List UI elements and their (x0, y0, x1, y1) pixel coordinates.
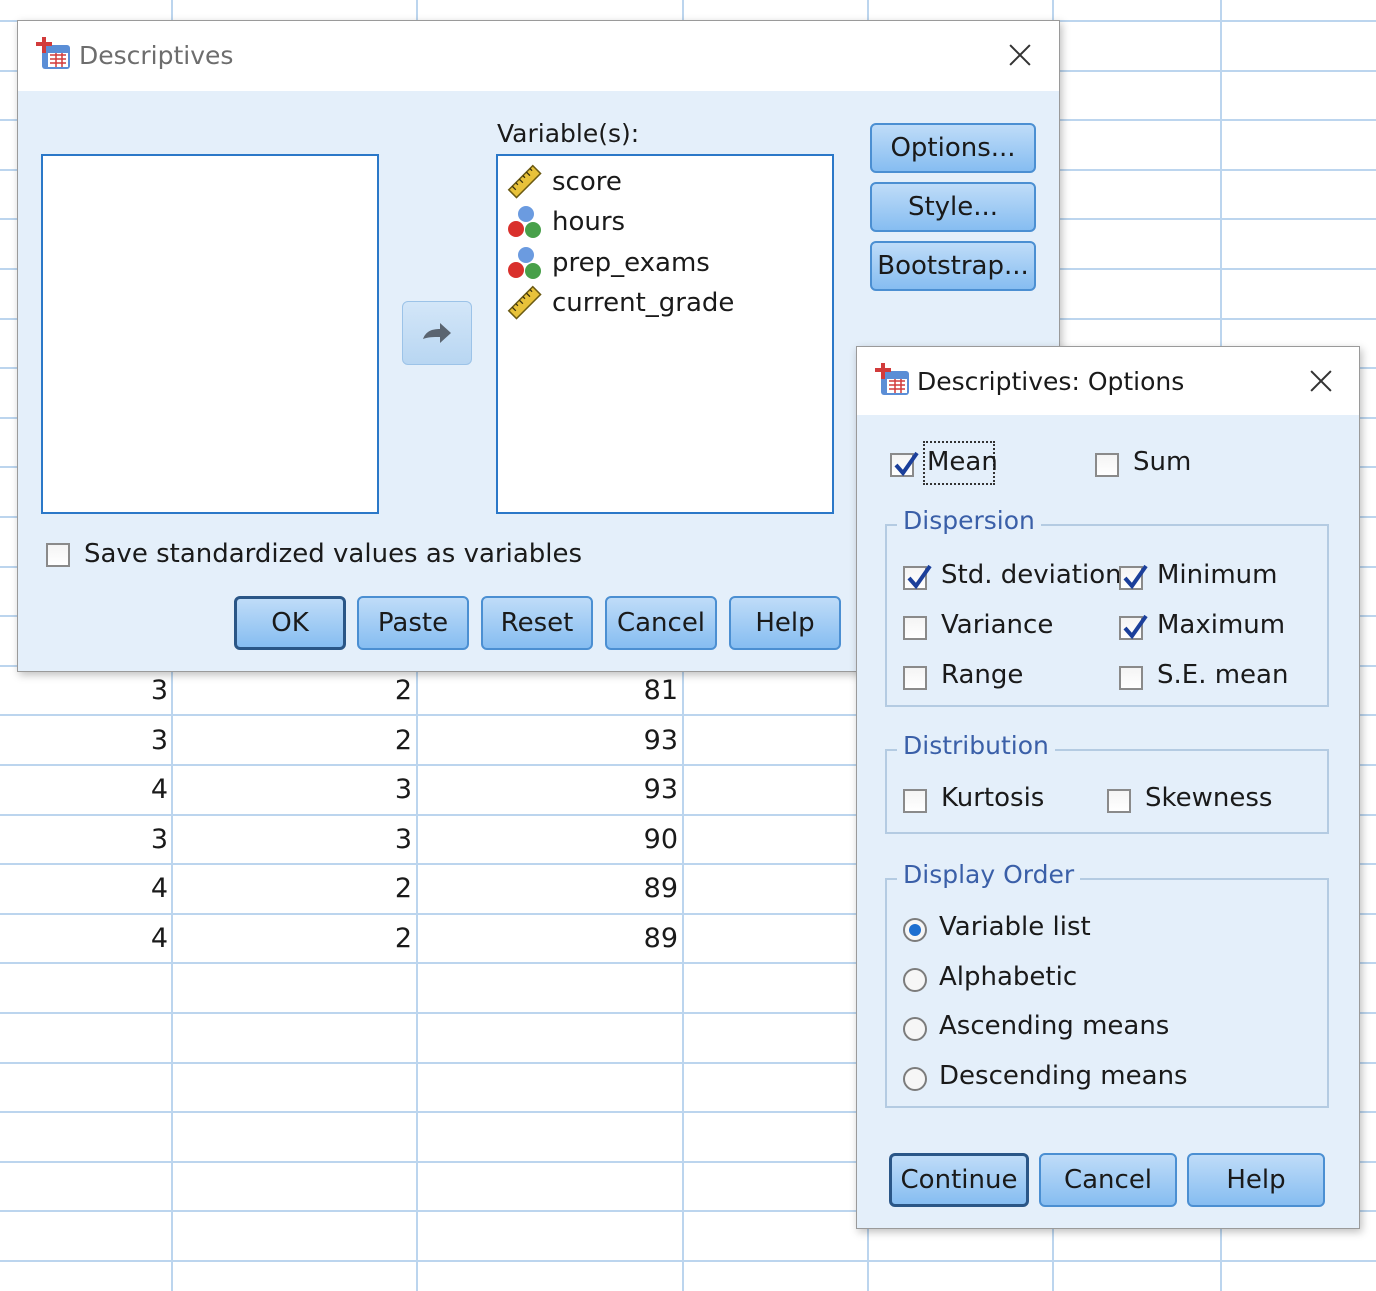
source-variable-list[interactable] (41, 154, 379, 514)
checkmark-icon (1123, 614, 1148, 640)
close-icon[interactable] (1301, 361, 1341, 401)
spss-app-icon (875, 363, 909, 395)
cancel-button[interactable]: Cancel (605, 596, 717, 650)
cell-value[interactable]: 2 (300, 716, 412, 766)
distribution-title: Distribution (897, 731, 1055, 760)
radio-variable-list-label[interactable]: Variable list (939, 912, 1091, 942)
cell-value[interactable]: 3 (60, 666, 168, 716)
display-order-title: Display Order (897, 860, 1081, 889)
checkmark-icon (894, 451, 919, 477)
save-standardized-label[interactable]: Save standardized values as variables (84, 539, 582, 569)
radio-ascending-means-label[interactable]: Ascending means (939, 1011, 1169, 1041)
cell-value[interactable]: 2 (300, 914, 412, 964)
variable-name: score (552, 167, 622, 197)
radio-descending-means-label[interactable]: Descending means (939, 1061, 1188, 1091)
dialog-title: Descriptives (79, 41, 234, 70)
bootstrap-button[interactable]: Bootstrap... (870, 241, 1036, 291)
cell-value[interactable]: 4 (60, 864, 168, 914)
radio-variable-list[interactable] (903, 918, 927, 942)
cell-value[interactable]: 89 (560, 864, 678, 914)
minimum-label[interactable]: Minimum (1157, 560, 1278, 590)
variable-item-prep-exams[interactable]: prep_exams (506, 243, 710, 283)
options-help-button[interactable]: Help (1187, 1153, 1325, 1207)
variance-checkbox[interactable] (903, 616, 927, 640)
checkmark-icon (907, 564, 932, 590)
display-order-group: Display Order Variable list Alphabetic A… (885, 860, 1329, 1108)
maximum-label[interactable]: Maximum (1157, 610, 1285, 640)
cell-value[interactable]: 93 (560, 765, 678, 815)
cell-value[interactable]: 93 (560, 716, 678, 766)
checkmark-icon (1123, 564, 1148, 590)
arrow-right-icon (423, 323, 451, 343)
cell-value[interactable]: 3 (60, 815, 168, 865)
descriptives-options-dialog: Descriptives: Options Mean Sum Dispersio… (856, 346, 1360, 1229)
paste-button[interactable]: Paste (357, 596, 469, 650)
distribution-group: Distribution Kurtosis Skewness (885, 731, 1329, 834)
style-button[interactable]: Style... (870, 182, 1036, 232)
variable-item-score[interactable]: score (506, 162, 622, 202)
spss-app-icon (36, 37, 70, 69)
mean-checkbox[interactable] (890, 451, 919, 477)
cell-value[interactable]: 4 (60, 914, 168, 964)
range-checkbox[interactable] (903, 666, 927, 690)
options-titlebar: Descriptives: Options (857, 347, 1359, 415)
cell-value[interactable]: 3 (300, 765, 412, 815)
cell-value[interactable]: 2 (300, 666, 412, 716)
variable-item-current-grade[interactable]: current_grade (506, 283, 734, 323)
dialog-title: Descriptives: Options (917, 367, 1185, 396)
scale-ruler-icon (507, 285, 542, 320)
help-button[interactable]: Help (729, 596, 841, 650)
scale-ruler-icon (507, 164, 542, 199)
reset-button[interactable]: Reset (481, 596, 593, 650)
cell-value[interactable]: 4 (60, 765, 168, 815)
se-mean-checkbox[interactable] (1119, 666, 1143, 690)
range-label[interactable]: Range (941, 660, 1023, 690)
radio-ascending-means[interactable] (903, 1017, 927, 1041)
cell-value[interactable]: 3 (300, 815, 412, 865)
sum-checkbox[interactable] (1095, 453, 1119, 477)
target-variable-list[interactable]: score hours prep_exams current_grade (496, 154, 834, 514)
std-deviation-label[interactable]: Std. deviation (941, 560, 1122, 590)
cell-value[interactable]: 3 (60, 716, 168, 766)
move-variable-button[interactable] (402, 301, 472, 365)
minimum-checkbox[interactable] (1119, 564, 1148, 590)
cell-value[interactable]: 89 (560, 914, 678, 964)
options-button[interactable]: Options... (870, 123, 1036, 173)
mean-label[interactable]: Mean (927, 447, 998, 477)
save-standardized-checkbox[interactable] (46, 543, 70, 567)
kurtosis-checkbox[interactable] (903, 789, 927, 813)
cell-value[interactable]: 81 (560, 666, 678, 716)
se-mean-label[interactable]: S.E. mean (1157, 660, 1288, 690)
variable-name: prep_exams (552, 248, 710, 278)
radio-alphabetic-label[interactable]: Alphabetic (939, 962, 1077, 992)
skewness-checkbox[interactable] (1107, 789, 1131, 813)
variance-label[interactable]: Variance (941, 610, 1053, 640)
variables-label: Variable(s): (497, 119, 640, 148)
descriptives-titlebar: Descriptives (18, 21, 1059, 91)
close-icon[interactable] (1000, 35, 1040, 75)
dispersion-group: Dispersion Std. deviation Minimum Varian… (885, 506, 1329, 707)
variable-item-hours[interactable]: hours (506, 202, 625, 242)
skewness-label[interactable]: Skewness (1145, 783, 1272, 813)
radio-alphabetic[interactable] (903, 968, 927, 992)
nominal-balls-icon (508, 206, 541, 238)
options-cancel-button[interactable]: Cancel (1039, 1153, 1177, 1207)
continue-button[interactable]: Continue (889, 1153, 1029, 1207)
cell-value[interactable]: 90 (560, 815, 678, 865)
cell-value[interactable]: 2 (300, 864, 412, 914)
nominal-balls-icon (508, 247, 541, 279)
ok-button[interactable]: OK (234, 596, 346, 650)
dispersion-title: Dispersion (897, 506, 1041, 535)
maximum-checkbox[interactable] (1119, 614, 1148, 640)
sum-label[interactable]: Sum (1133, 447, 1191, 477)
variable-name: hours (552, 207, 626, 237)
kurtosis-label[interactable]: Kurtosis (941, 783, 1044, 813)
std-deviation-checkbox[interactable] (903, 564, 932, 590)
variable-name: current_grade (552, 288, 735, 318)
radio-descending-means[interactable] (903, 1067, 927, 1091)
